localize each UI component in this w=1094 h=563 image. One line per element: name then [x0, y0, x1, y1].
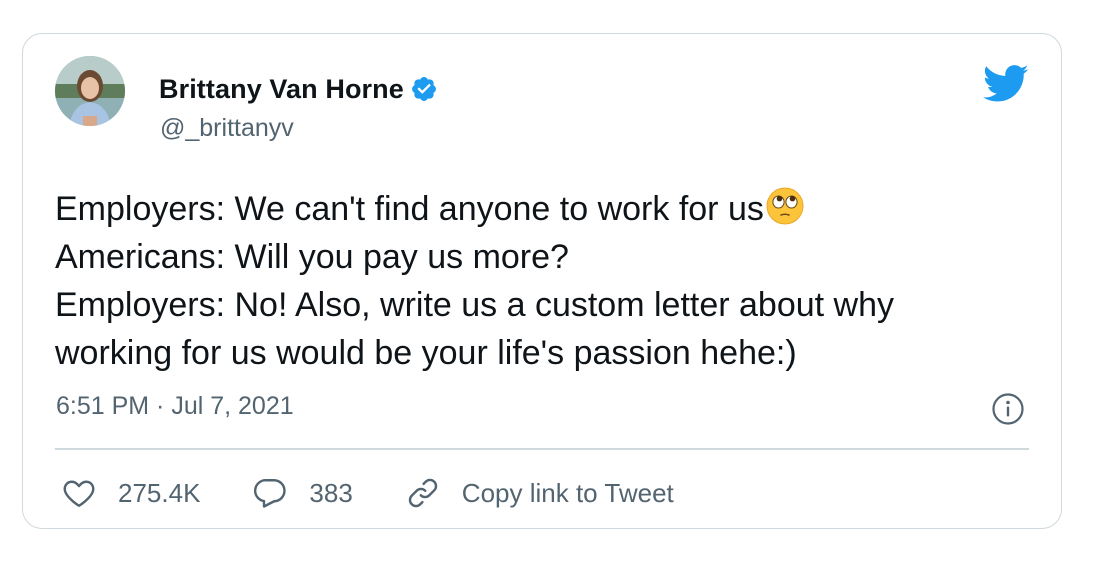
reply-count: 383 [309, 477, 353, 508]
name-row: Brittany Van Horne [159, 72, 438, 106]
info-icon[interactable] [991, 392, 1025, 426]
tweet-line: Employers: No! Also, write us a custom l… [55, 286, 895, 324]
reply-icon [254, 479, 287, 508]
verified-badge-icon [410, 75, 438, 103]
heart-icon [63, 480, 95, 507]
divider [55, 448, 1029, 450]
link-icon [408, 478, 437, 508]
like-count: 275.4K [118, 477, 201, 508]
copy-link-button[interactable]: Copy link to Tweet [405, 475, 674, 511]
reply-button[interactable]: 383 [252, 475, 353, 511]
eye-roll-emoji [765, 186, 805, 226]
action-bar: 275.4K 383 Copy link to Tweet [61, 472, 726, 514]
user-handle[interactable]: @_brittanyv [160, 114, 294, 143]
avatar[interactable] [55, 56, 125, 126]
tweet-text: Employers: We can't find anyone to work … [55, 185, 1045, 377]
timestamp[interactable]: 6:51 PM · Jul 7, 2021 [56, 392, 294, 421]
tweet-card: Brittany Van Horne @_brittanyv Employers… [22, 33, 1062, 529]
tweet-line-text: Employers: We can't find anyone to work … [55, 190, 764, 228]
tweet-line: working for us would be your life's pass… [55, 334, 797, 372]
twitter-bird-icon[interactable] [983, 64, 1029, 104]
tweet-line: Americans: Will you pay us more? [55, 238, 569, 276]
copy-link-label: Copy link to Tweet [461, 477, 674, 508]
display-name[interactable]: Brittany Van Horne [159, 74, 404, 105]
tweet-line: Employers: We can't find anyone to work … [55, 185, 1045, 233]
like-button[interactable]: 275.4K [61, 475, 200, 511]
